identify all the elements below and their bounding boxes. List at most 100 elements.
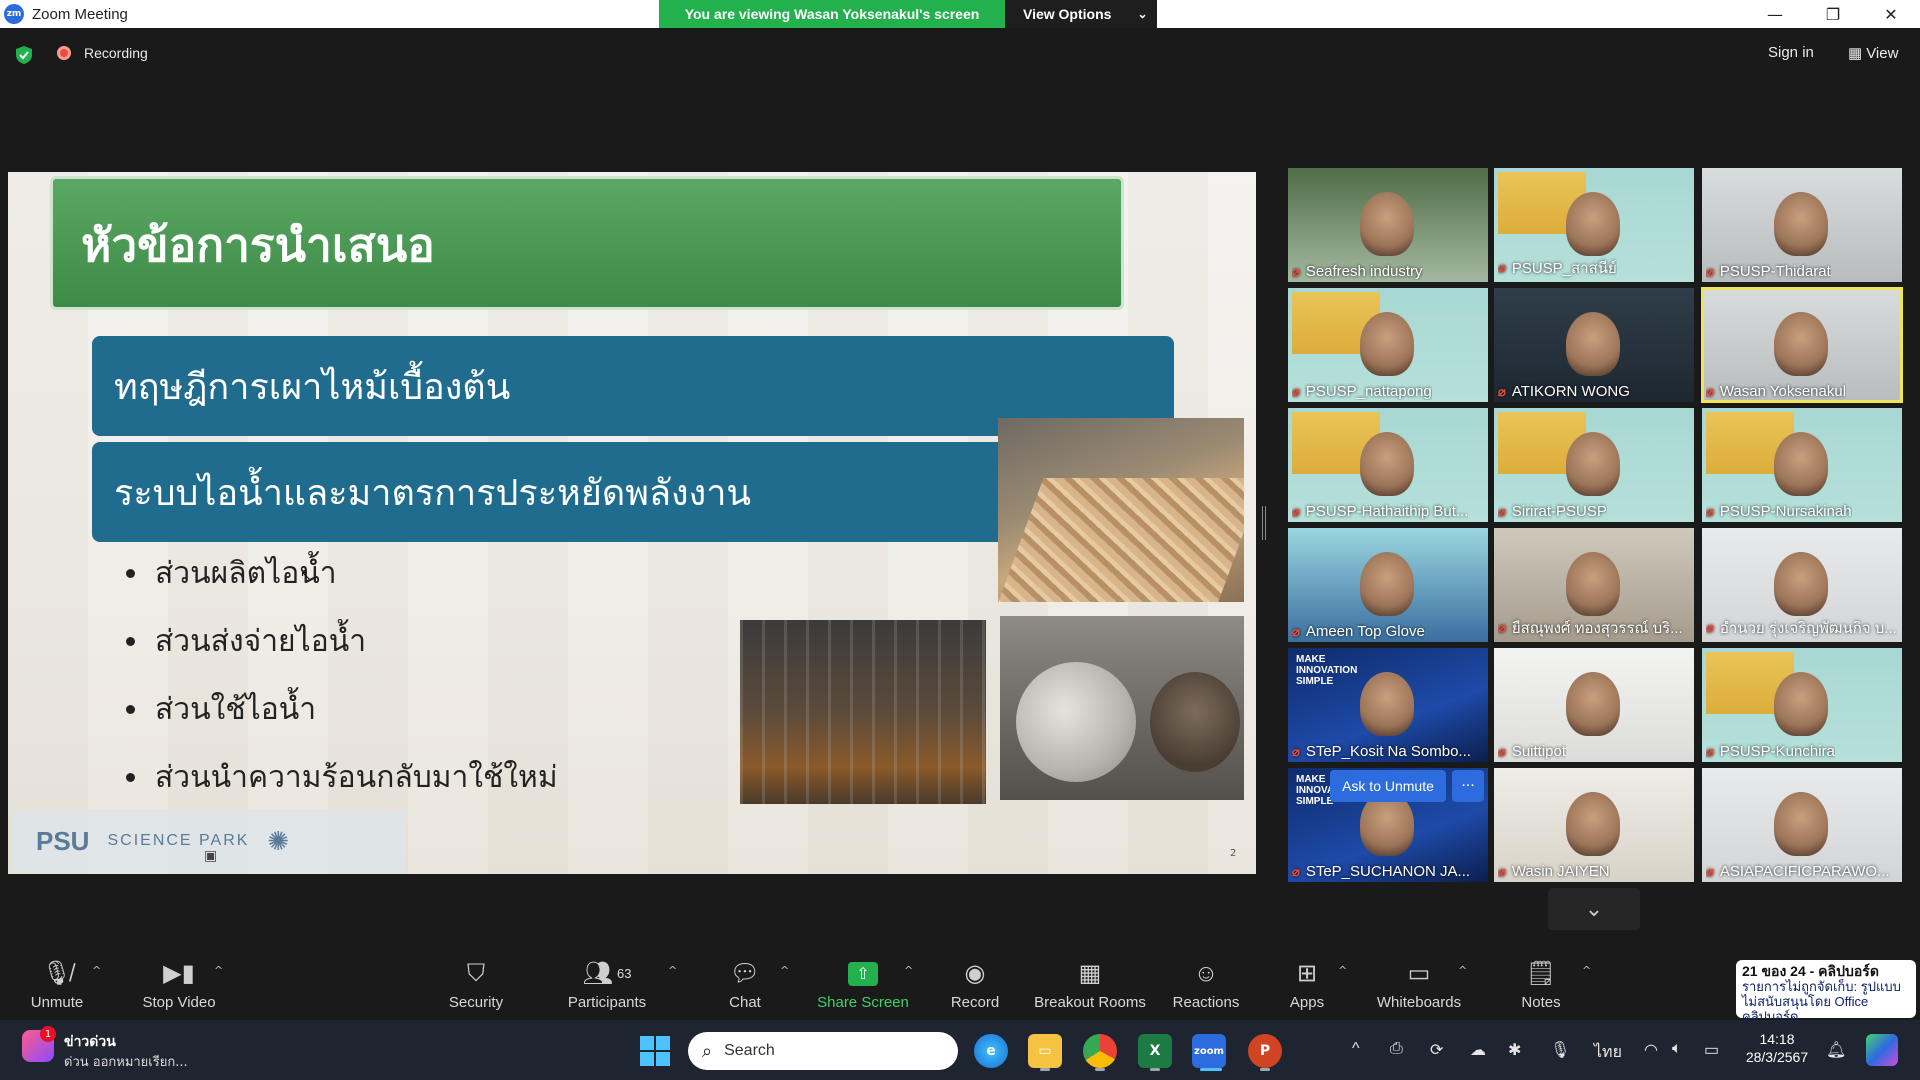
view-button[interactable]: ▦ View xyxy=(1848,44,1898,62)
participant-name-text: ATIKORN WONG xyxy=(1511,383,1630,400)
speaker-muted-icon[interactable]: 🔈︎ xyxy=(1672,1040,1682,1058)
whiteboards-button[interactable]: ▭ Whiteboards xyxy=(1374,948,1464,1020)
participant-name-text: STeP_SUCHANON JA... xyxy=(1305,863,1471,880)
participant-tile[interactable]: ⌀ PSUSP_nattapong xyxy=(1288,288,1488,402)
participant-name-text: อำนวย รุ่งเจริญพัฒนกิจ บ... xyxy=(1719,620,1897,637)
news-title[interactable]: ข่าวด่วน xyxy=(64,1031,116,1053)
participant-tile[interactable]: ⌀ Sirirat-PSUSP xyxy=(1494,408,1694,522)
zoom-app-icon[interactable]: zoom xyxy=(1192,1034,1226,1068)
share-options-caret[interactable]: ^ xyxy=(904,964,913,977)
participant-tile[interactable]: ⌀ ASIAPACIFICPARAWO... xyxy=(1702,768,1902,882)
unmute-label: Unmute xyxy=(30,993,84,1011)
participant-tile[interactable]: ⌀ Ameen Top Glove xyxy=(1288,528,1488,642)
participant-video xyxy=(1360,552,1414,616)
breakout-rooms-button[interactable]: ▦ Breakout Rooms xyxy=(1034,948,1146,1020)
apps-options-caret[interactable]: ^ xyxy=(1338,964,1347,977)
participant-name: ⌀ อำนวย รุ่งเจริญพัฒนกิจ บ... xyxy=(1706,616,1897,640)
participant-tile[interactable]: ⌀ PSUSP-Hathaithip But... xyxy=(1288,408,1488,522)
minimize-button[interactable]: — xyxy=(1746,0,1804,28)
stop-video-button[interactable]: ▶▮ Stop Video xyxy=(134,948,224,1020)
participant-tile[interactable]: ⌀ PSUSP_สาสนีย์ xyxy=(1494,168,1694,282)
participant-name: ⌀ Suittipot xyxy=(1498,743,1566,760)
microphone-muted-icon: ⌀ xyxy=(1706,263,1714,279)
microphone-icon[interactable]: 🎙︎ xyxy=(1550,1040,1570,1060)
recording-label[interactable]: Recording xyxy=(84,45,148,61)
participant-tile[interactable]: ⌀ Seafresh industry xyxy=(1288,168,1488,282)
sign-in-button[interactable]: Sign in xyxy=(1768,44,1814,61)
participant-tile[interactable]: ⌀ Wasin JAIYEN xyxy=(1494,768,1694,882)
microphone-muted-icon: ⌀ xyxy=(1292,743,1300,759)
file-explorer-icon[interactable]: ▭ xyxy=(1028,1034,1062,1068)
notes-options-caret[interactable]: ^ xyxy=(1582,964,1591,977)
restore-button[interactable]: ❐ xyxy=(1804,0,1862,28)
science-park-logo: SCIENCE PARK xyxy=(107,832,250,849)
battery-icon[interactable]: ▭ xyxy=(1704,1040,1719,1060)
reactions-button[interactable]: ☺ Reactions xyxy=(1172,948,1240,1020)
chat-label: Chat xyxy=(729,993,761,1011)
participant-name-text: PSUSP_สาสนีย์ xyxy=(1511,260,1617,277)
resize-handle[interactable] xyxy=(1262,506,1266,540)
mouse-cursor-icon: ↖ xyxy=(300,568,312,584)
clipboard-notification[interactable]: 21 ของ 24 - คลิปบอร์ด รายการไม่ถูกจัดเก็… xyxy=(1736,960,1916,1024)
chat-options-caret[interactable]: ^ xyxy=(780,964,789,977)
apps-button[interactable]: ⊞ Apps xyxy=(1288,948,1326,1020)
security-button[interactable]: ⛉ Security xyxy=(446,948,506,1020)
view-options-button[interactable]: View Options ⌄ xyxy=(1005,0,1157,28)
share-screen-button[interactable]: ⇧ Share Screen xyxy=(816,948,910,1020)
record-button[interactable]: ◉ Record xyxy=(948,948,1002,1020)
printer-icon[interactable]: ⎙ xyxy=(1390,1040,1403,1058)
reactions-label: Reactions xyxy=(1172,993,1240,1011)
powerpoint-icon[interactable]: P xyxy=(1248,1034,1282,1068)
copilot-icon[interactable] xyxy=(1866,1034,1898,1066)
sync-icon[interactable]: ⟳ xyxy=(1430,1040,1443,1060)
participant-name-text: PSUSP_nattapong xyxy=(1305,383,1432,400)
participant-tile[interactable]: ⌀ ATIKORN WONG xyxy=(1494,288,1694,402)
chat-button[interactable]: 💬︎ Chat xyxy=(724,948,766,1020)
chrome-browser-icon[interactable] xyxy=(1083,1034,1117,1068)
microphone-muted-icon: 🎙︎̸ xyxy=(41,960,73,987)
system-clock[interactable]: 14:18 28/3/2567 xyxy=(1742,1030,1812,1066)
participant-tile[interactable]: ⌀ PSUSP-Thidarat xyxy=(1702,168,1902,282)
edge-browser-icon[interactable]: e xyxy=(974,1034,1008,1068)
participant-video xyxy=(1566,432,1620,496)
participant-name: ⌀ PSUSP-Nursakinah xyxy=(1706,503,1852,520)
notification-bell-icon[interactable]: 🔔︎ xyxy=(1826,1040,1846,1060)
participant-tile[interactable]: ⌀ PSUSP-Nursakinah xyxy=(1702,408,1902,522)
smiley-plus-icon: ☺ xyxy=(1193,959,1219,987)
participant-video xyxy=(1360,312,1414,376)
participants-options-caret[interactable]: ^ xyxy=(668,964,677,977)
unmute-button[interactable]: 🎙︎̸ Unmute xyxy=(24,948,90,1020)
excel-icon[interactable]: X xyxy=(1138,1034,1172,1068)
ask-to-unmute-button[interactable]: Ask to Unmute xyxy=(1330,770,1446,802)
participant-tile[interactable]: ⌀ ยืสณุพงศ์ ทองสุวรรณ์ บริ... xyxy=(1494,528,1694,642)
participant-tile[interactable]: ⌀ อำนวย รุ่งเจริญพัฒนกิจ บ... xyxy=(1702,528,1902,642)
participant-tile[interactable]: ⌀ PSUSP-Kunchira xyxy=(1702,648,1902,762)
wifi-icon[interactable]: ◠ xyxy=(1644,1040,1658,1060)
audio-options-caret[interactable]: ^ xyxy=(92,964,101,977)
more-options-button[interactable]: ··· xyxy=(1452,770,1484,802)
cloud-icon[interactable]: ☁ xyxy=(1470,1040,1486,1060)
whiteboards-options-caret[interactable]: ^ xyxy=(1458,964,1467,977)
participant-tile[interactable]: ⌀ Wasan Yoksenakul xyxy=(1701,287,1903,403)
app-tray-icon[interactable]: ✱ xyxy=(1508,1040,1521,1060)
news-subtitle[interactable]: ด่วน ออกหมายเรียก... xyxy=(64,1051,188,1072)
participant-name: ⌀ Sirirat-PSUSP xyxy=(1498,503,1607,520)
notification-title: 21 ของ 24 - คลิปบอร์ด xyxy=(1742,963,1879,979)
close-button[interactable]: ✕ xyxy=(1862,0,1920,28)
notes-label: Notes xyxy=(1521,993,1561,1011)
camera-icon[interactable]: ▣ xyxy=(204,848,217,864)
taskbar-search[interactable]: ⌕ Search xyxy=(688,1032,958,1070)
notes-button[interactable]: 🗒︎ Notes xyxy=(1518,948,1564,1020)
video-options-caret[interactable]: ^ xyxy=(214,964,223,977)
tray-overflow-icon[interactable]: ^ xyxy=(1352,1040,1360,1058)
input-language[interactable]: ไทย xyxy=(1594,1040,1622,1065)
participant-name: ⌀ ATIKORN WONG xyxy=(1498,383,1630,400)
record-icon: ◉ xyxy=(964,960,986,987)
participants-button[interactable]: 👥︎ 63 Participants xyxy=(564,948,650,1020)
participant-tile[interactable]: MAKE INNOVATION SIMPLE ⌀ STeP_Kosit Na Som… xyxy=(1288,648,1488,762)
gallery-next-page-button[interactable]: ⌄ xyxy=(1548,888,1640,930)
participant-tile[interactable]: ⌀ Suittipot xyxy=(1494,648,1694,762)
windows-start-icon[interactable] xyxy=(640,1036,670,1066)
encryption-shield-icon[interactable] xyxy=(15,45,33,65)
slide-bullet: ส่วนใช้ไอน้ำ xyxy=(126,686,316,733)
